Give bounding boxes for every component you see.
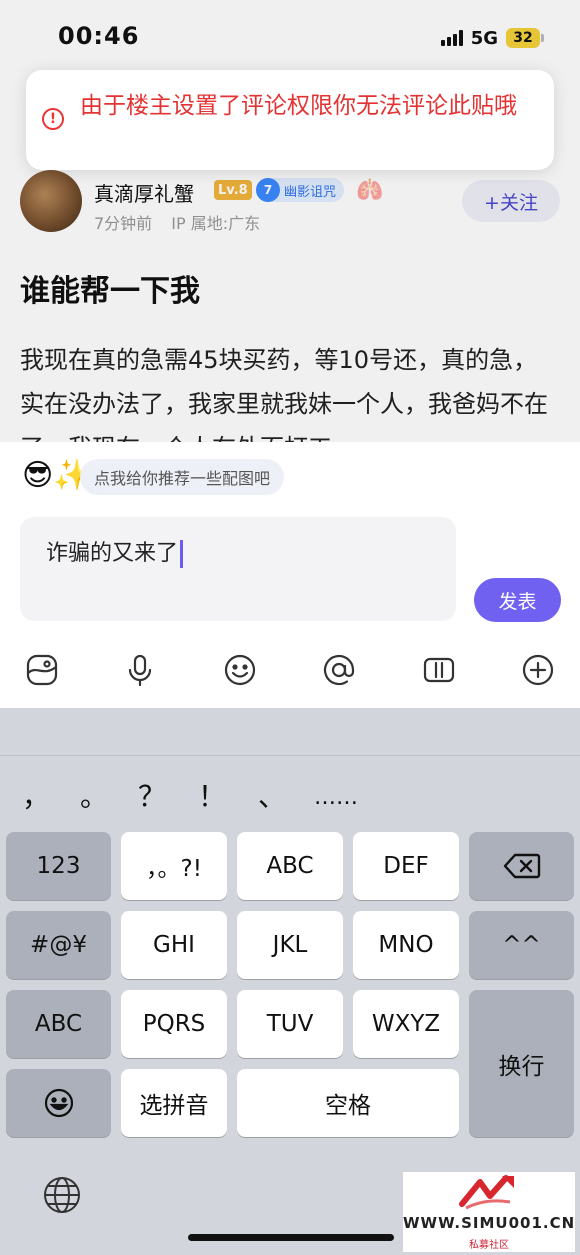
- backspace-icon: [503, 853, 540, 879]
- key-abc-t9[interactable]: ABC: [237, 832, 343, 900]
- lungs-badge-icon: 🫁: [356, 178, 384, 203]
- network-type: 5G: [470, 27, 498, 49]
- post-body: 我现在真的急需45块买药，等10号还，真的急，实在没办法了，我家里就我妹一个人，…: [20, 346, 548, 442]
- keyboard-divider: [0, 755, 580, 756]
- error-toast: ! 由于楼主设置了评论权限你无法评论此贴哦: [26, 70, 554, 170]
- key-wxyz[interactable]: WXYZ: [353, 990, 459, 1058]
- fan-badge-level: 7: [256, 178, 280, 202]
- key-abc[interactable]: ABC: [6, 990, 111, 1058]
- status-indicators: 5G 32: [440, 26, 544, 50]
- battery-icon: 32: [506, 28, 544, 48]
- key-symbols[interactable]: #@¥: [6, 911, 111, 979]
- at-mention-icon[interactable]: [319, 650, 359, 690]
- key-123[interactable]: 123: [6, 832, 111, 900]
- key-kaomoji[interactable]: ^^: [469, 911, 574, 979]
- post-meta: 7分钟前 IP 属地:广东: [94, 210, 260, 234]
- battery-level: 32: [506, 28, 540, 48]
- post-time: 7分钟前: [94, 214, 153, 233]
- key-ghi[interactable]: GHI: [121, 911, 227, 979]
- backspace-key[interactable]: [469, 832, 574, 900]
- fan-badge[interactable]: 7 幽影诅咒: [256, 178, 345, 202]
- punct-question[interactable]: ？: [138, 775, 166, 815]
- author-name[interactable]: 真滴厚礼蟹: [94, 178, 194, 207]
- globe-icon[interactable]: [42, 1175, 82, 1219]
- microphone-icon[interactable]: [120, 650, 160, 690]
- post-title: 谁能帮一下我: [20, 274, 200, 309]
- key-def[interactable]: DEF: [353, 832, 459, 900]
- topic-icon[interactable]: [419, 650, 459, 690]
- key-pqrs[interactable]: PQRS: [121, 990, 227, 1058]
- enter-key[interactable]: 换行: [469, 990, 574, 1137]
- key-jkl[interactable]: JKL: [237, 911, 343, 979]
- emoji-key-icon: [44, 1088, 73, 1118]
- avatar[interactable]: [20, 170, 82, 232]
- key-punct[interactable]: ，。?!: [121, 832, 227, 900]
- comment-input-text[interactable]: 诈骗的又来了: [46, 535, 184, 568]
- toast-message: 由于楼主设置了评论权限你无法评论此贴哦: [80, 93, 517, 119]
- key-pinyin[interactable]: 选拼音: [121, 1069, 227, 1137]
- key-tuv[interactable]: TUV: [237, 990, 343, 1058]
- watermark-logo-icon: [458, 1174, 518, 1216]
- error-circle-icon: !: [42, 108, 64, 130]
- emoji-key[interactable]: [6, 1069, 111, 1137]
- follow-button[interactable]: +关注: [462, 180, 560, 222]
- comment-input[interactable]: [20, 517, 456, 621]
- plus-icon[interactable]: [518, 650, 558, 690]
- send-button[interactable]: 发表: [474, 578, 561, 622]
- fan-badge-name: 幽影诅咒: [284, 184, 337, 200]
- signal-icon: [440, 30, 463, 46]
- ip-location: IP 属地:广东: [171, 214, 261, 233]
- punct-exclaim[interactable]: ！: [198, 775, 226, 815]
- sticker-icon[interactable]: [22, 650, 62, 690]
- watermark-site: WWW.SIMU001.CN: [403, 1214, 576, 1232]
- text-caret: [180, 540, 184, 568]
- punct-pause[interactable]: 、: [258, 775, 286, 815]
- key-mno[interactable]: MNO: [353, 911, 459, 979]
- status-time: 00:46: [58, 22, 140, 50]
- image-suggestion-chip[interactable]: 点我给你推荐一些配图吧: [80, 459, 285, 495]
- composer-toolbar: [0, 640, 580, 700]
- punct-period[interactable]: 。: [80, 775, 108, 815]
- home-indicator: [188, 1234, 394, 1241]
- punct-comma[interactable]: ，: [22, 775, 50, 815]
- punct-ellipsis[interactable]: ……: [314, 785, 358, 810]
- level-badge: Lv.8: [214, 180, 252, 200]
- space-key[interactable]: 空格: [237, 1069, 459, 1137]
- watermark-sub: 私募社区: [469, 1240, 509, 1251]
- emoji-icon[interactable]: [220, 650, 260, 690]
